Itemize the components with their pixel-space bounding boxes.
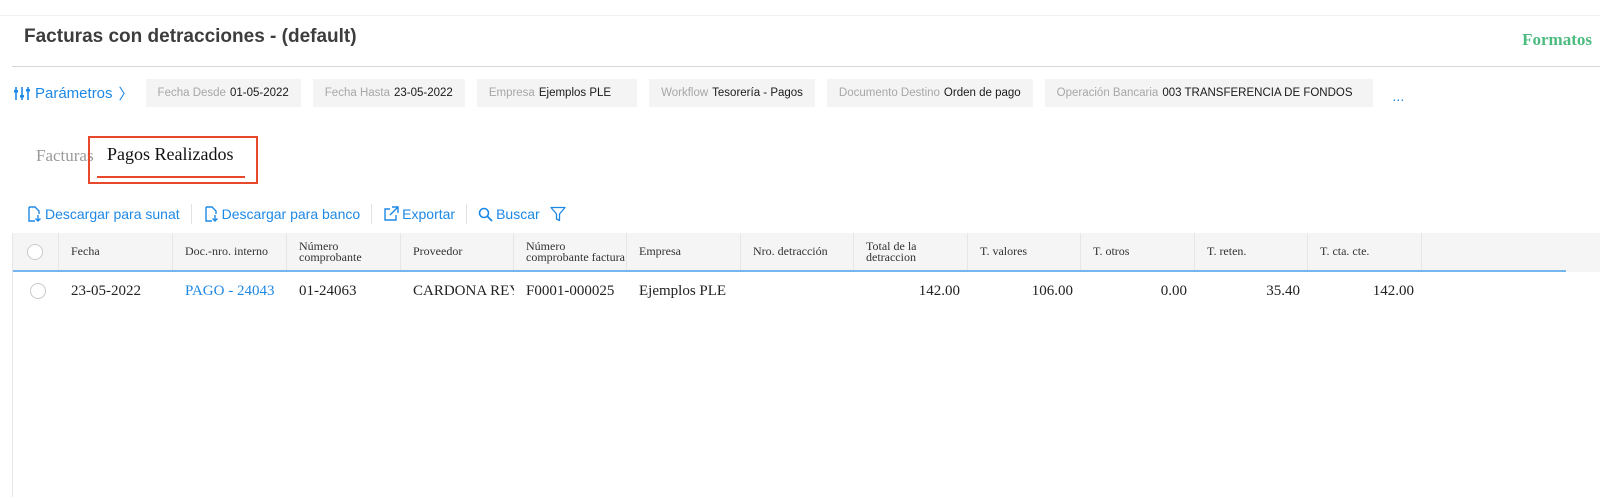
col-header-nro-detraccion[interactable]: Nro. detracción xyxy=(741,233,854,270)
download-bank-button[interactable]: Descargar para banco xyxy=(203,206,361,222)
grid-header: Fecha Doc.-nro. interno Número comproban… xyxy=(13,233,1566,272)
cell-comprobante: 01-24063 xyxy=(299,282,357,299)
col-header-proveedor[interactable]: Proveedor xyxy=(401,233,514,270)
cell-doc-interno-link[interactable]: PAGO - 24043 xyxy=(173,283,287,300)
col-header-t-cta-cte[interactable]: T. cta. cte. xyxy=(1308,233,1422,270)
more-params-button[interactable]: ... xyxy=(1393,82,1405,104)
cell-total-detraccion: 142.00 xyxy=(918,282,960,299)
col-header-comprobante[interactable]: Número comprobante xyxy=(287,233,401,270)
cell-t-valores: 106.00 xyxy=(1031,282,1073,299)
parameters-label: Parámetros xyxy=(35,84,113,102)
cell-t-otros: 0.00 xyxy=(1160,282,1187,299)
filter-icon xyxy=(550,206,566,222)
cell-empresa: Ejemplos PLE xyxy=(639,282,727,299)
col-header-fecha[interactable]: Fecha xyxy=(59,233,173,270)
export-label: Exportar xyxy=(402,206,456,222)
row-select-radio[interactable] xyxy=(30,283,46,299)
top-divider xyxy=(0,15,1600,16)
param-workflow[interactable]: Workflow Tesorería - Pagos xyxy=(649,79,815,107)
search-label: Buscar xyxy=(496,206,540,222)
table-row[interactable]: 23-05-2022 PAGO - 24043 01-24063 CARDONA… xyxy=(13,275,1422,307)
cell-t-reten: 35.40 xyxy=(1266,282,1300,299)
col-header-t-otros[interactable]: T. otros xyxy=(1081,233,1195,270)
cell-comprobante-factura: F0001-000025 xyxy=(526,282,615,299)
param-empresa[interactable]: Empresa Ejemplos PLE xyxy=(476,79,638,107)
file-download-icon xyxy=(28,206,41,222)
active-tab-indicator xyxy=(97,176,245,178)
external-link-icon xyxy=(384,206,399,221)
param-fecha-hasta[interactable]: Fecha Hasta 23-05-2022 xyxy=(312,79,465,107)
col-header-t-valores[interactable]: T. valores xyxy=(968,233,1081,270)
chevron-right-icon: 〉 xyxy=(118,85,134,103)
export-button[interactable]: Exportar xyxy=(383,206,455,222)
formatos-link[interactable]: Formatos xyxy=(1522,30,1592,50)
toolbar-separator xyxy=(371,204,373,224)
parameters-bar: Parámetros 〉 Fecha Desde 01-05-2022 Fecha… xyxy=(13,79,1404,107)
search-icon xyxy=(478,207,493,222)
cell-proveedor: CARDONA REYES xyxy=(413,282,514,299)
actions-toolbar: Descargar para sunat Descargar para banc… xyxy=(26,203,569,225)
download-bank-label: Descargar para banco xyxy=(221,206,361,222)
tab-facturas[interactable]: Facturas xyxy=(36,146,94,166)
select-all-radio[interactable] xyxy=(27,243,43,260)
filter-button[interactable] xyxy=(550,206,569,222)
col-header-comprobante-factura[interactable]: Número comprobante factura xyxy=(514,233,627,270)
col-header-empresa[interactable]: Empresa xyxy=(627,233,741,270)
param-documento-destino[interactable]: Documento Destino Orden de pago xyxy=(826,79,1033,107)
toolbar-separator xyxy=(190,204,192,224)
row-select-cell xyxy=(13,283,59,299)
sliders-icon xyxy=(14,86,30,100)
file-download-icon xyxy=(204,206,218,222)
toolbar-separator xyxy=(466,204,468,224)
col-header-doc-interno[interactable]: Doc.-nro. interno xyxy=(173,233,287,270)
col-header-total-detraccion[interactable]: Total de la detraccion xyxy=(854,233,968,270)
tab-pagos-realizados[interactable]: Pagos Realizados xyxy=(107,144,233,165)
parameters-toggle[interactable]: Parámetros 〉 xyxy=(13,83,134,104)
cell-fecha: 23-05-2022 xyxy=(71,282,141,299)
download-sunat-button[interactable]: Descargar para sunat xyxy=(26,206,180,222)
param-fecha-desde[interactable]: Fecha Desde 01-05-2022 xyxy=(145,79,301,107)
col-header-t-reten[interactable]: T. reten. xyxy=(1195,233,1308,270)
cell-t-cta-cte: 142.00 xyxy=(1372,282,1414,299)
select-all-cell xyxy=(13,233,59,270)
header-divider xyxy=(12,66,1600,67)
download-sunat-label: Descargar para sunat xyxy=(45,206,180,222)
data-grid: Fecha Doc.-nro. interno Número comproban… xyxy=(12,233,1600,497)
param-operacion-bancaria[interactable]: Operación Bancaria 003 TRANSFERENCIA DE F… xyxy=(1044,79,1373,107)
search-button[interactable]: Buscar xyxy=(478,206,540,222)
page-title: Facturas con detracciones - (default) xyxy=(24,26,357,47)
